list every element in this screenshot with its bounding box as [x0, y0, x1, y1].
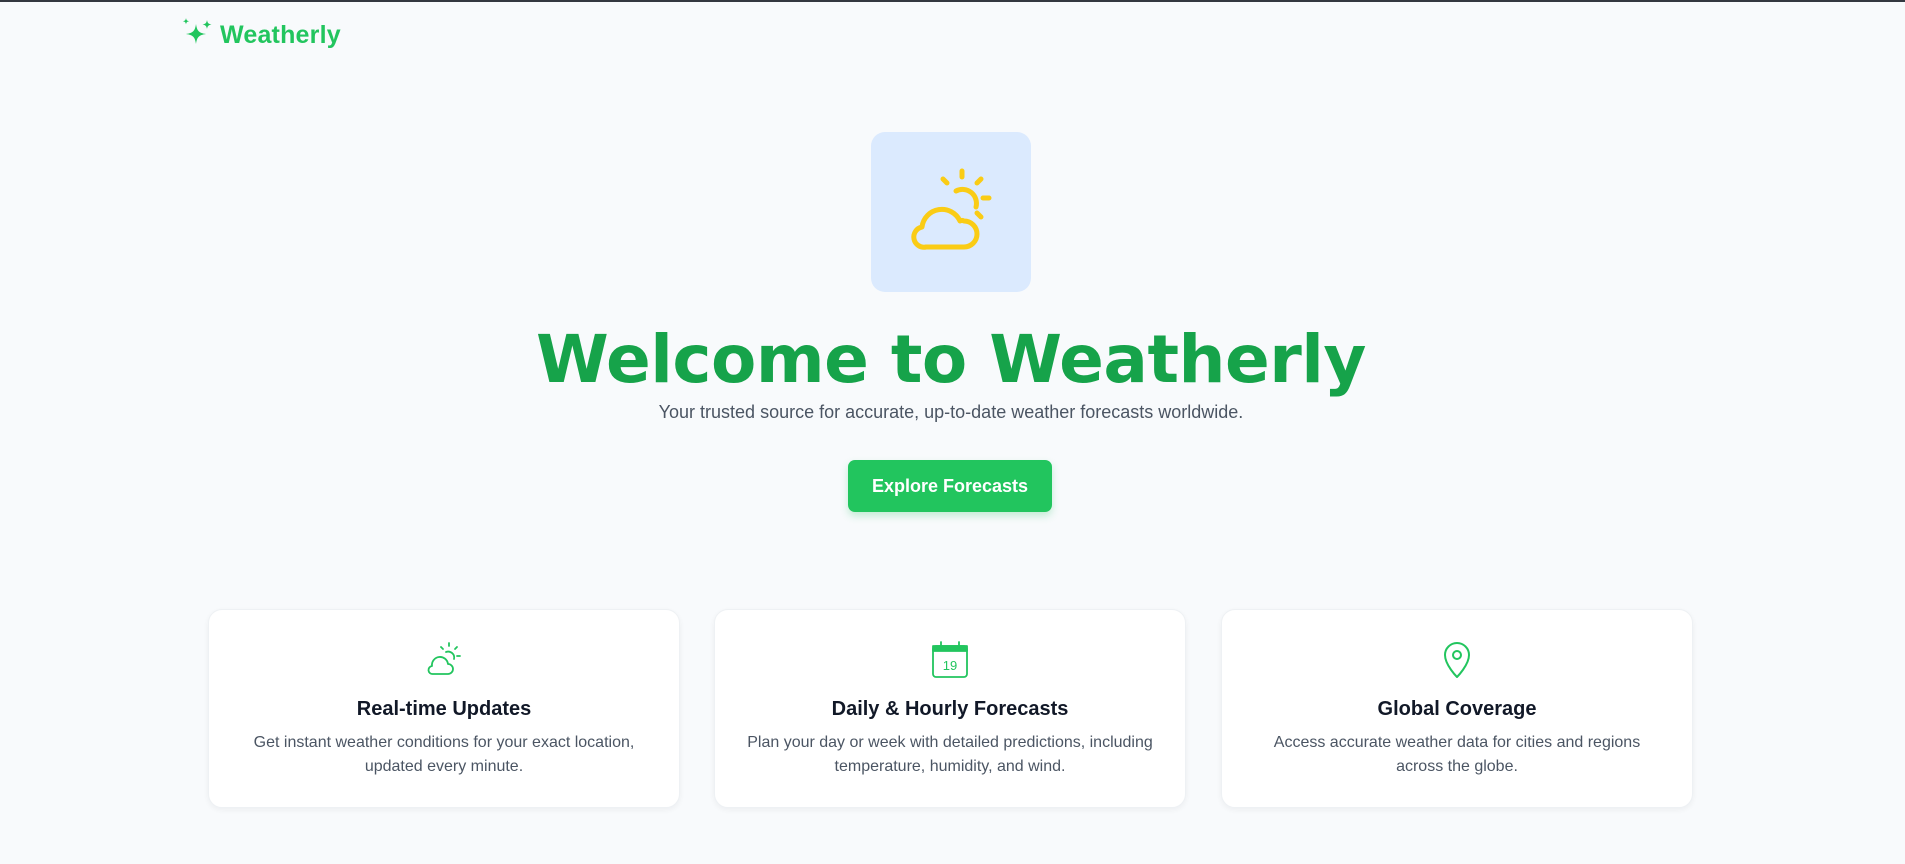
page: Weatherly Welcome to Weatherly Your trus…	[0, 0, 1905, 864]
calendar-icon: 19	[930, 640, 970, 680]
sparkles-icon	[180, 18, 214, 52]
partly-cloudy-icon	[424, 640, 464, 680]
brand-logo-link[interactable]: Weatherly	[180, 18, 341, 52]
calendar-day-number: 19	[943, 658, 957, 673]
feature-title: Global Coverage	[1377, 698, 1537, 720]
feature-card-global: Global Coverage Access accurate weather …	[1221, 609, 1693, 808]
hero-subtitle: Your trusted source for accurate, up-to-…	[658, 402, 1244, 422]
feature-title: Real-time Updates	[356, 698, 532, 720]
feature-description: Plan your day or week with detailed pred…	[747, 734, 1153, 775]
feature-card-real-time: Real-time Updates Get instant weather co…	[208, 609, 680, 808]
map-pin-icon	[1437, 640, 1477, 680]
feature-card-forecasts: 19 Daily & Hourly Forecasts Plan your da…	[714, 609, 1186, 808]
explore-forecasts-button[interactable]: Explore Forecasts	[848, 460, 1052, 512]
hero-title: Welcome to Weatherly	[536, 321, 1366, 398]
brand-name: Weatherly	[220, 20, 341, 49]
feature-description: Get instant weather conditions for your …	[253, 734, 635, 775]
feature-title: Daily & Hourly Forecasts	[831, 698, 1069, 720]
feature-description: Access accurate weather data for cities …	[1273, 734, 1641, 775]
partly-cloudy-icon	[896, 155, 1006, 270]
hero-weather-icon-tile	[871, 132, 1031, 292]
